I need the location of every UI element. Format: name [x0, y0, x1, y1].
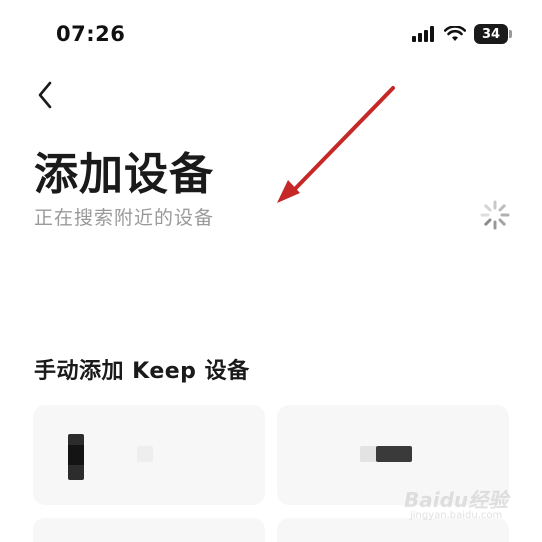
baidu-watermark-logo: Baidu经验 jingyan.baidu.com [404, 482, 520, 526]
manual-add-section-title: 手动添加 Keep 设备 [34, 359, 250, 384]
smart-band-image [68, 434, 153, 480]
wifi-icon [444, 26, 466, 41]
device-card-band[interactable] [33, 405, 265, 505]
status-time: 07:26 [56, 22, 126, 46]
status-icons: 34 [412, 24, 512, 44]
loading-spinner-icon [480, 200, 510, 230]
watermark-subtext: jingyan.baidu.com [410, 510, 503, 521]
watermark-text: Baidu经验 [404, 488, 509, 512]
device-card[interactable] [33, 518, 265, 542]
cellular-signal-icon [412, 26, 434, 42]
battery-indicator: 34 [474, 24, 512, 44]
back-button[interactable] [28, 78, 62, 112]
searching-status-text: 正在搜索附近的设备 [34, 207, 215, 229]
page-title: 添加设备 [34, 149, 214, 200]
chevron-left-icon [38, 81, 52, 109]
add-device-screen: 07:26 34 添加设备 正在搜索附近的设备 手动添加 Keep 设备 Bai… [0, 0, 542, 542]
